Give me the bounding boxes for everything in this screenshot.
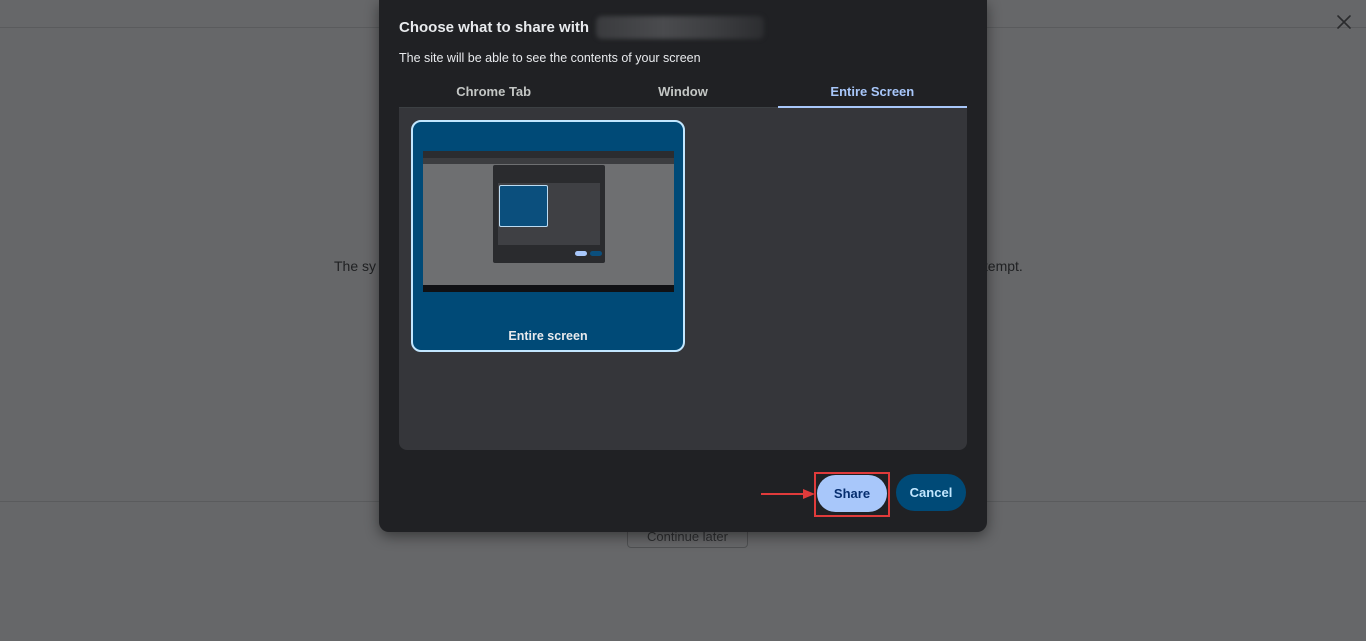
tab-window[interactable]: Window <box>588 79 777 107</box>
annotation-arrow-icon <box>761 489 815 499</box>
thumbnail-taskbar <box>423 285 674 292</box>
thumbnail-tile <box>499 185 548 227</box>
source-list-panel: Entire screen <box>399 108 967 450</box>
background-message-start: The sy <box>334 258 377 274</box>
share-source-tabs: Chrome Tab Window Entire Screen <box>399 79 968 108</box>
cancel-button[interactable]: Cancel <box>896 474 966 511</box>
background-close-icon[interactable] <box>1334 12 1354 32</box>
thumbnail-share-button <box>575 251 587 256</box>
thumbnail-dialog <box>493 165 605 263</box>
thumbnail-cancel-button <box>590 251 602 256</box>
tab-entire-screen[interactable]: Entire Screen <box>777 79 968 108</box>
tab-chrome-tab[interactable]: Chrome Tab <box>399 79 588 107</box>
screen-share-dialog: Choose what to share with The site will … <box>379 0 987 532</box>
screen-thumbnail <box>423 151 674 292</box>
thumbnail-addressbar <box>423 158 674 164</box>
source-tile-label: Entire screen <box>508 329 588 343</box>
share-button[interactable]: Share <box>817 475 887 512</box>
dialog-subtitle: The site will be able to see the content… <box>399 51 701 65</box>
dialog-title: Choose what to share with <box>399 19 590 36</box>
entire-screen-source-tile[interactable]: Entire screen <box>411 120 685 352</box>
thumbnail-tabbar <box>423 151 674 158</box>
site-name-redacted <box>596 16 764 39</box>
